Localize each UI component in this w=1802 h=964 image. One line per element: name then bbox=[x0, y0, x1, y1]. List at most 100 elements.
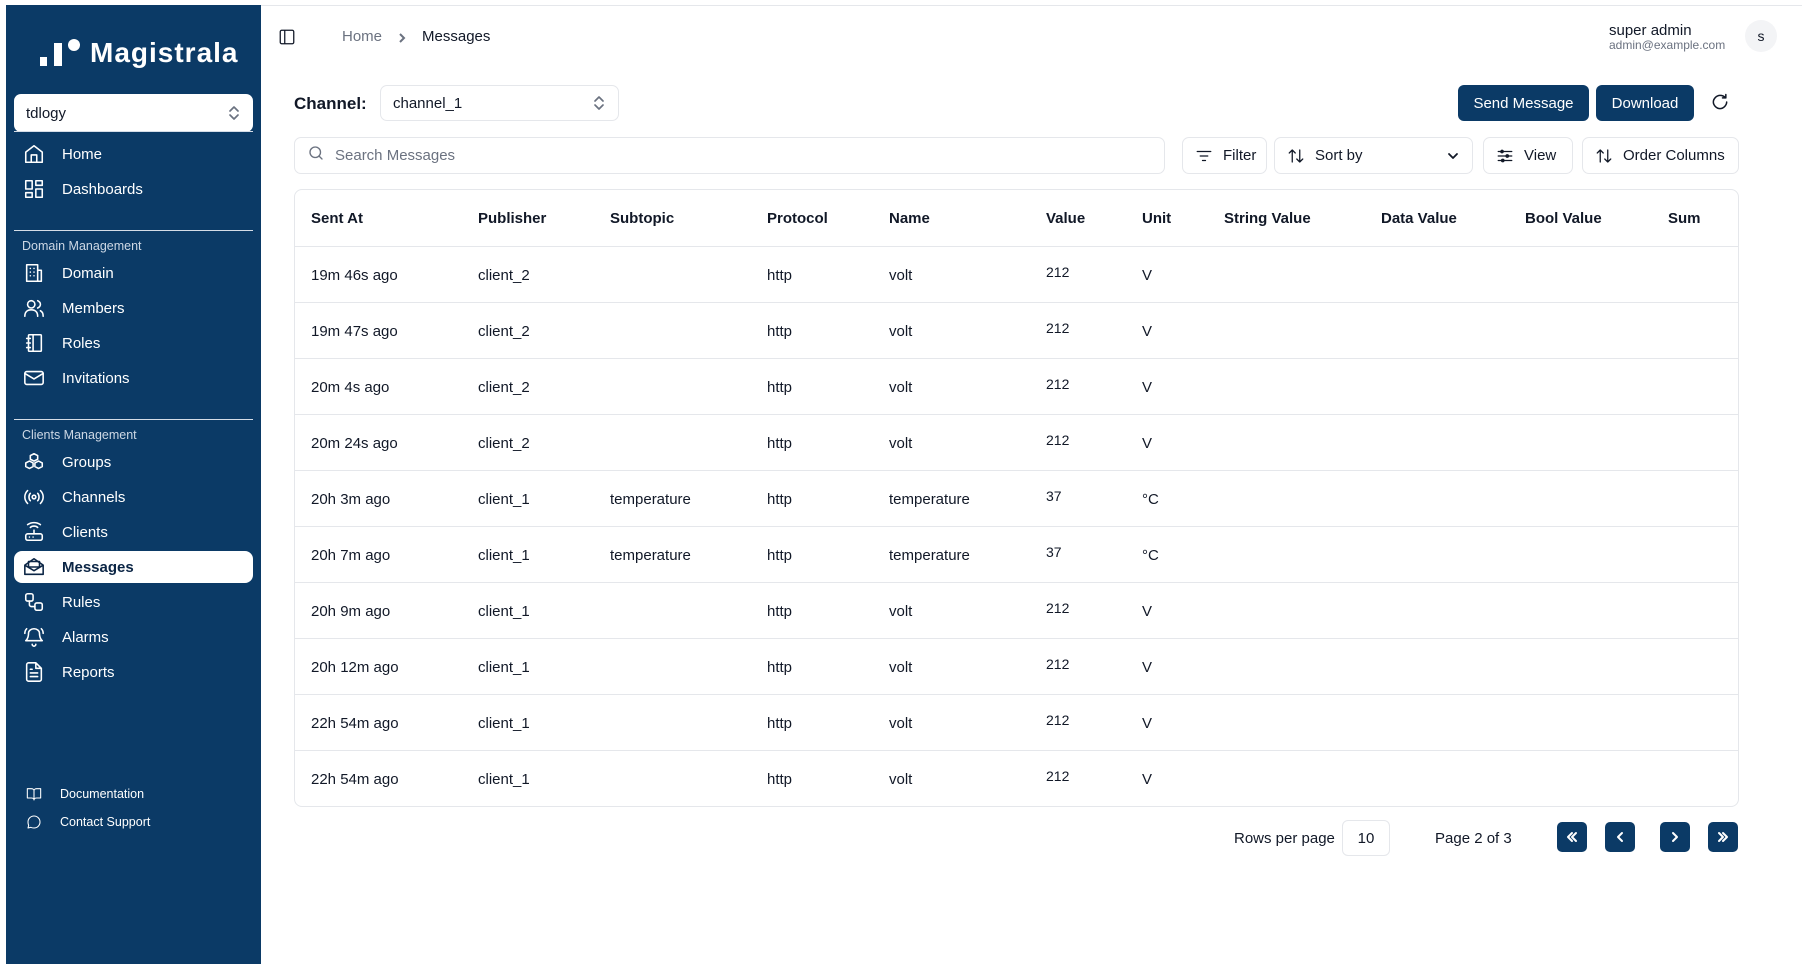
column-header[interactable]: Bool Value bbox=[1525, 210, 1602, 227]
column-header[interactable]: Value bbox=[1046, 210, 1085, 227]
column-header[interactable]: Publisher bbox=[478, 210, 546, 227]
previous-page-button[interactable] bbox=[1605, 822, 1635, 852]
contact-support-label: Contact Support bbox=[60, 815, 151, 829]
search-icon bbox=[307, 144, 325, 167]
table-cell: 22h 54m ago bbox=[311, 771, 399, 788]
chevrons-right-icon bbox=[1718, 832, 1728, 842]
column-header[interactable]: Subtopic bbox=[610, 210, 674, 227]
domain-select-value: tdlogy bbox=[26, 104, 67, 122]
sidebar-item-groups[interactable]: Groups bbox=[14, 446, 253, 478]
table-row[interactable]: 20h 12m ago client_1 http volt 212 V bbox=[295, 639, 1738, 695]
refresh-button[interactable] bbox=[1710, 92, 1732, 114]
table-cell: V bbox=[1142, 267, 1153, 284]
sidebar-item-clients[interactable]: Clients bbox=[14, 516, 253, 548]
sidebar-item-members[interactable]: Members bbox=[14, 292, 253, 324]
sidebar-toggle-button[interactable] bbox=[278, 28, 298, 48]
column-header[interactable]: Protocol bbox=[767, 210, 828, 227]
bell-ring-icon bbox=[23, 626, 45, 648]
table-cell: 20h 12m ago bbox=[311, 659, 399, 676]
last-page-button[interactable] bbox=[1708, 822, 1738, 852]
table-cell: 37 bbox=[1046, 544, 1062, 560]
filter-icon bbox=[1195, 147, 1213, 165]
book-icon bbox=[23, 332, 45, 354]
column-header[interactable]: Sent At bbox=[311, 210, 363, 227]
table-row[interactable]: 20h 3m ago client_1 temperature http tempera… bbox=[295, 471, 1738, 527]
sidebar-item-label: Clients bbox=[62, 523, 108, 541]
channel-select[interactable]: channel_1 bbox=[380, 85, 619, 121]
sidebar-item-home[interactable]: Home bbox=[14, 138, 253, 170]
column-header[interactable]: Data Value bbox=[1381, 210, 1457, 227]
table-row[interactable]: 20h 9m ago client_1 http volt 212 V bbox=[295, 583, 1738, 639]
sidebar-item-domain[interactable]: Domain bbox=[14, 257, 253, 289]
sidebar-item-rules[interactable]: Rules bbox=[14, 586, 253, 618]
table-row[interactable]: 20m 24s ago client_2 http volt 212 V bbox=[295, 415, 1738, 471]
next-page-button[interactable] bbox=[1660, 822, 1690, 852]
table-cell: V bbox=[1142, 771, 1153, 788]
sidebar-item-label: Channels bbox=[62, 488, 126, 506]
channel-select-value: channel_1 bbox=[393, 94, 463, 112]
table-cell: V bbox=[1142, 603, 1153, 620]
sidebar-item-channels[interactable]: Channels bbox=[14, 481, 253, 513]
table-row[interactable]: 22h 54m ago client_1 http volt 212 V bbox=[295, 751, 1738, 806]
sliders-icon bbox=[1496, 147, 1514, 165]
first-page-button[interactable] bbox=[1557, 822, 1587, 852]
table-cell: volt bbox=[889, 323, 913, 340]
column-header[interactable]: Name bbox=[889, 210, 930, 227]
download-button[interactable]: Download bbox=[1596, 85, 1694, 121]
table-cell: 20m 24s ago bbox=[311, 435, 398, 452]
table-row[interactable]: 20m 4s ago client_2 http volt 212 V bbox=[295, 359, 1738, 415]
chevron-right-icon bbox=[1672, 832, 1678, 842]
avatar[interactable]: s bbox=[1745, 20, 1777, 52]
table-cell: V bbox=[1142, 323, 1153, 340]
search-box[interactable] bbox=[294, 137, 1165, 174]
table-cell: client_2 bbox=[478, 435, 530, 452]
brand-logo[interactable]: Magistrala bbox=[32, 33, 239, 73]
boxes-icon bbox=[23, 451, 45, 473]
table-cell: 37 bbox=[1046, 488, 1062, 504]
table-cell: 19m 47s ago bbox=[311, 323, 398, 340]
table-row[interactable]: 20h 7m ago client_1 temperature http tempera… bbox=[295, 527, 1738, 583]
search-input[interactable] bbox=[335, 147, 1135, 164]
sidebar-item-invitations[interactable]: Invitations bbox=[14, 362, 253, 394]
sidebar-item-reports[interactable]: Reports bbox=[14, 656, 253, 688]
column-header[interactable]: Sum bbox=[1668, 210, 1701, 227]
sidebar-item-label: Reports bbox=[62, 663, 115, 681]
table-row[interactable]: 19m 47s ago client_2 http volt 212 V bbox=[295, 303, 1738, 359]
table-cell: 212 bbox=[1046, 320, 1070, 336]
send-message-button[interactable]: Send Message bbox=[1458, 85, 1589, 121]
table-row[interactable]: 22h 54m ago client_1 http volt 212 V bbox=[295, 695, 1738, 751]
table-cell: V bbox=[1142, 659, 1153, 676]
sidebar-item-alarms[interactable]: Alarms bbox=[14, 621, 253, 653]
table-cell: http bbox=[767, 603, 793, 620]
order-columns-button[interactable]: Order Columns bbox=[1582, 137, 1739, 174]
sidebar-item-messages[interactable]: Messages bbox=[14, 551, 253, 583]
sidebar-item-label: Domain bbox=[62, 264, 114, 282]
view-button[interactable]: View bbox=[1483, 137, 1573, 174]
sidebar-item-label: Dashboards bbox=[62, 180, 143, 198]
sidebar-item-roles[interactable]: Roles bbox=[14, 327, 253, 359]
rows-per-page-select[interactable]: 10 bbox=[1342, 820, 1390, 856]
table-cell: 20h 9m ago bbox=[311, 603, 391, 620]
column-header[interactable]: Unit bbox=[1142, 210, 1171, 227]
domain-select[interactable]: tdlogy bbox=[14, 94, 253, 132]
sidebar-item-label: Invitations bbox=[62, 369, 130, 387]
chevrons-up-down-icon bbox=[592, 94, 606, 112]
table-row[interactable]: 19m 46s ago client_2 http volt 212 V bbox=[295, 247, 1738, 303]
table-cell: V bbox=[1142, 435, 1153, 452]
column-header[interactable]: String Value bbox=[1224, 210, 1311, 227]
contact-support-link[interactable]: Contact Support bbox=[26, 812, 150, 832]
documentation-link[interactable]: Documentation bbox=[26, 784, 144, 804]
table-cell: 212 bbox=[1046, 264, 1070, 280]
refresh-icon bbox=[1712, 93, 1728, 110]
panel-left-icon bbox=[279, 29, 295, 45]
sidebar-item-dashboards[interactable]: Dashboards bbox=[14, 173, 253, 205]
sidebar-item-label: Rules bbox=[62, 593, 101, 611]
breadcrumb-current: Messages bbox=[422, 28, 491, 45]
sort-by-select[interactable]: Sort by bbox=[1274, 137, 1473, 174]
filter-button[interactable]: Filter bbox=[1182, 137, 1267, 174]
section-title-clients-management: Clients Management bbox=[22, 428, 137, 442]
brand-name: Magistrala bbox=[90, 37, 239, 68]
breadcrumb-home[interactable]: Home bbox=[342, 28, 382, 45]
page-indicator: Page 2 of 3 bbox=[1435, 830, 1512, 847]
user-info[interactable]: super admin admin@example.com bbox=[1609, 23, 1725, 51]
